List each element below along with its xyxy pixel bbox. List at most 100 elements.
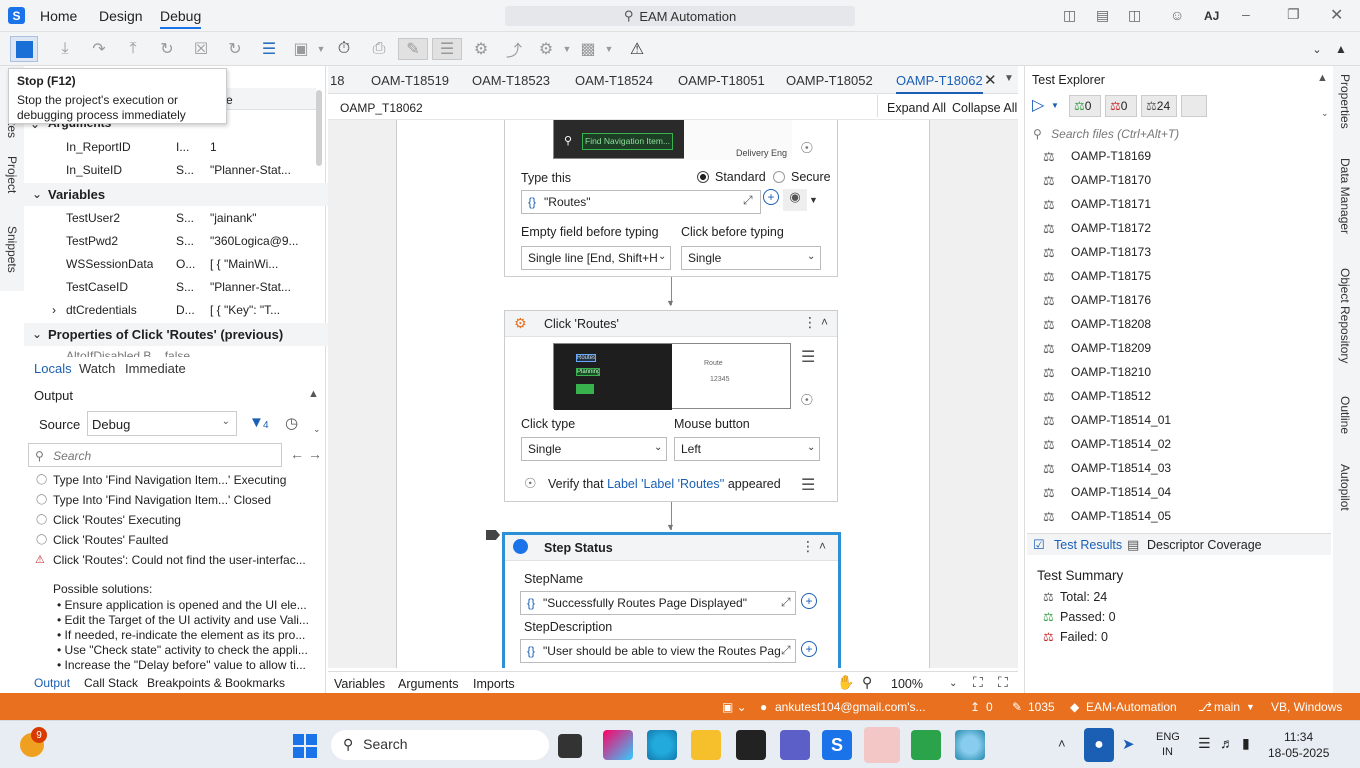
tabs-overflow-icon[interactable]: ▼ [1004,73,1014,84]
status-icon[interactable]: ▣ ⌄ [722,700,747,714]
plus-icon[interactable]: + [801,641,817,657]
tab-doc[interactable]: OAMP-T18051 [678,73,765,88]
close-icon[interactable]: ✕ [1330,5,1343,25]
prev-icon[interactable]: ← [290,446,304,462]
run-icon[interactable]: ▷ [1032,95,1044,115]
menu-design[interactable]: Design [99,8,143,24]
explorer-icon[interactable] [691,730,721,760]
tab-immediate[interactable]: Immediate [125,361,186,376]
global-search[interactable]: ⚲ EAM Automation [505,6,855,26]
list-item[interactable]: ⚖ OAMP-T18514_05 [1043,509,1313,531]
var-row[interactable]: TestPwd2 S... "360Logica@9... [24,230,340,253]
mouse-button-select[interactable]: Left [674,437,820,461]
target-options-icon[interactable]: ☉ [800,391,813,409]
pin-icon[interactable]: ▲ [308,388,319,400]
account-email[interactable]: ankutest104@gmail.com's... [775,700,925,714]
expand-icon[interactable]: ⤢ [781,595,791,610]
list-item[interactable]: ⚖ OAMP-T18175 [1043,269,1313,291]
list-item[interactable]: ⚖ OAMP-T18514_03 [1043,461,1313,483]
slow-step-icon[interactable]: ⏱ [333,38,355,60]
logs-dropdown-icon[interactable]: ▼ [556,38,578,60]
target-screenshot[interactable]: Routes Planning Route 12345 [553,343,791,410]
layout-icon[interactable]: ◫ [1063,7,1076,24]
chevron-down-icon[interactable]: ⌄ [32,327,42,341]
more-icon[interactable]: ⋮ [801,538,815,555]
tab-doc[interactable]: OAM-T18519 [371,73,449,88]
task-view-icon[interactable] [558,734,582,758]
radio-secure[interactable] [773,171,785,183]
tab-doc[interactable]: OAM-T18524 [575,73,653,88]
tab-arguments[interactable]: Arguments [398,677,458,691]
chart-icon[interactable]: ▩ [577,38,599,60]
chevron-right-icon[interactable]: › [52,303,56,317]
verify-link[interactable]: Label 'Label 'Routes'' [607,477,724,491]
minimize-icon[interactable]: – [1242,6,1250,22]
tab-doc[interactable]: 18 [330,73,344,88]
step-name-input[interactable]: {} "Successfully Routes Page Displayed" [520,591,796,615]
location-icon[interactable]: ➤ [1122,735,1135,753]
more-icon[interactable]: ⋮ [803,314,817,331]
overview-icon[interactable]: ⛶ [998,674,1008,691]
log-line[interactable]: Type Into 'Find Navigation Item...' Clos… [53,493,271,507]
region-code[interactable]: IN [1162,746,1173,758]
target-options-icon[interactable]: ☉ [800,139,813,157]
vtab-project[interactable]: Project [5,156,19,193]
vtab-outline[interactable]: Outline [1338,396,1352,434]
retry-icon[interactable]: ↻ [156,38,178,60]
edits-count[interactable]: 1035 [1028,700,1055,714]
vtab-properties[interactable]: Properties [1338,74,1352,129]
taskbar-search[interactable]: ⚲ Search [331,730,549,760]
start-icon[interactable] [293,734,317,758]
list-item[interactable]: ⚖ OAMP-T18210 [1043,365,1313,387]
log-line[interactable]: Click 'Routes' Faulted [53,533,168,547]
panel-bottom-icon[interactable]: ▤ [1096,7,1109,24]
clock-date[interactable]: 18-05-2025 [1268,746,1329,760]
continue-on-exception-icon[interactable]: ⤴ [503,38,525,60]
zoom-icon[interactable]: ⚲ [862,674,872,691]
pin-icon[interactable]: ▲ [1330,38,1352,60]
volume-icon[interactable]: ♬ [1220,735,1234,751]
list-item[interactable]: ⚖ OAMP-T18209 [1043,341,1313,363]
tab-doc-active[interactable]: OAMP-T18062 [896,73,983,94]
breakpoint-icon[interactable]: ▣ [290,38,312,60]
vtab-object-repository[interactable]: Object Repository [1338,268,1352,363]
upload-count[interactable]: 0 [986,700,993,714]
user-initials[interactable]: AJ [1204,9,1219,23]
list-item[interactable]: ⚖ OAMP-T18514_02 [1043,437,1313,459]
failed-filter[interactable]: ⚖0 [1105,95,1137,117]
step-out-icon[interactable]: ⤒ [122,38,144,60]
outlook-icon[interactable] [864,727,900,763]
list-item[interactable]: ⚖ OAMP-T18169 [1043,149,1313,171]
restart-icon[interactable]: ↻ [224,38,246,60]
breakpoint-dropdown-icon[interactable]: ▼ [310,38,332,60]
source-select[interactable]: Debug ⌄ [87,411,237,436]
highlight-icon[interactable]: ✎ [398,38,428,60]
list-item[interactable]: ⚖ OAMP-T18172 [1043,221,1313,243]
clipboard-icon[interactable]: ⎙ [368,38,390,60]
language-status[interactable]: VB, Windows [1271,700,1342,714]
list-item[interactable]: ⚖ OAMP-T18171 [1043,197,1313,219]
tab-breakpoints[interactable]: Breakpoints & Bookmarks [147,676,285,690]
chart-dropdown-icon[interactable]: ▼ [598,38,620,60]
expand-icon[interactable]: ⤢ [743,193,753,208]
project-name-status[interactable]: EAM-Automation [1086,700,1177,714]
edge-icon[interactable] [647,730,677,760]
collapse-icon[interactable]: ˄ [821,315,828,329]
list-item[interactable]: ⚖ OAMP-T18512 [1043,389,1313,411]
app-icon[interactable] [955,730,985,760]
mic-icon[interactable]: ● [1084,728,1114,762]
click-type-select[interactable]: Single [521,437,667,461]
test-search-input[interactable]: ⚲ Search files (Ctrl+Alt+T) [1027,122,1327,146]
output-search-input[interactable]: ⚲ Search [28,443,282,467]
menu-home[interactable]: Home [40,8,77,24]
zoom-level[interactable]: 100% [891,677,923,691]
arg-row[interactable]: In_SuiteID S... "Planner-Stat... [24,159,340,182]
list-item[interactable]: ⚖ OAMP-T18170 [1043,173,1313,195]
next-icon[interactable]: → [308,446,322,462]
tab-variables[interactable]: Variables [334,677,385,691]
step-over-icon[interactable]: ↷ [88,38,110,60]
more-icon[interactable]: ⌄ [313,424,321,435]
list-item[interactable]: ⚖ OAMP-T18514_01 [1043,413,1313,435]
tab-call-stack[interactable]: Call Stack [84,676,138,690]
plus-icon[interactable]: + [763,189,779,205]
